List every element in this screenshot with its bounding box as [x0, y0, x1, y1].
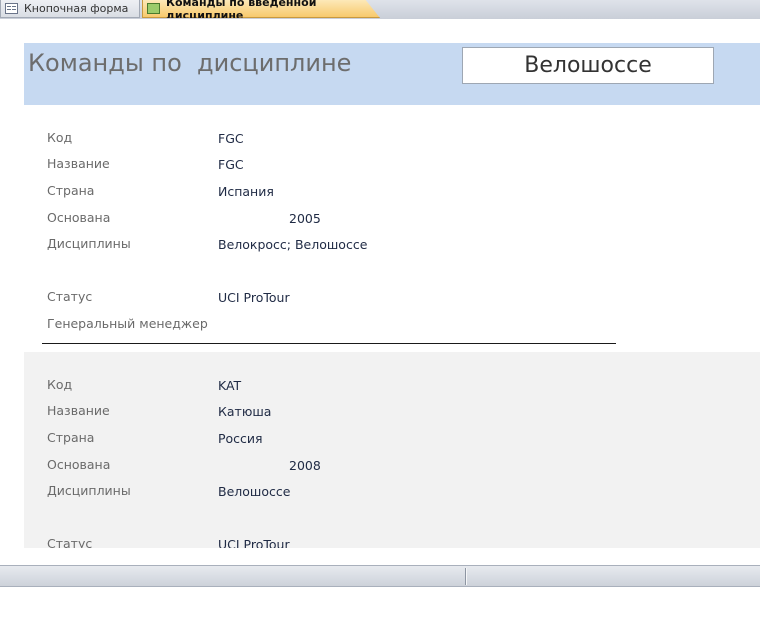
report-icon	[147, 3, 160, 14]
record-separator	[42, 343, 616, 344]
tab-switchboard-form[interactable]: Кнопочная форма	[0, 0, 140, 18]
field-row-founded: Основана 2008	[24, 457, 760, 477]
label-code: Код	[47, 130, 73, 145]
field-row-country: Страна Испания	[24, 183, 760, 203]
field-row-founded: Основана 2005	[24, 210, 760, 230]
label-founded: Основана	[47, 210, 111, 225]
field-row-status: Статус UCI ProTour	[24, 289, 760, 309]
field-row-name: Название Катюша	[24, 403, 760, 423]
value-founded: 2008	[289, 458, 321, 473]
report-header: Команды по дисциплине Велошоссе	[24, 43, 760, 105]
field-row-status: Статус UCI ProTour	[24, 536, 760, 548]
team-record: Код KAT Название Катюша Страна Россия Ос…	[24, 352, 760, 548]
field-row-code: Код FGC	[24, 130, 760, 150]
label-name: Название	[47, 403, 110, 418]
label-status: Статус	[47, 289, 93, 304]
value-founded: 2005	[289, 211, 321, 226]
field-row-name: Название FGC	[24, 156, 760, 176]
label-code: Код	[47, 377, 73, 392]
value-disciplines: Велокросс; Велошоссе	[218, 237, 368, 252]
value-code: KAT	[218, 378, 242, 393]
window-bottom-area	[0, 587, 760, 623]
team-record: Код FGC Название FGC Страна Испания Осно…	[24, 105, 760, 351]
label-disciplines: Дисциплины	[47, 236, 131, 251]
label-status: Статус	[47, 536, 93, 548]
status-bar	[0, 565, 760, 587]
label-country: Страна	[47, 183, 95, 198]
value-disciplines: Велошоссе	[218, 484, 291, 499]
field-row-manager: Генеральный менеджер	[24, 316, 760, 336]
discipline-value-box: Велошоссе	[462, 47, 714, 84]
field-row-country: Страна Россия	[24, 430, 760, 450]
report-title: Команды по дисциплине	[28, 49, 352, 77]
label-manager: Генеральный менеджер	[47, 316, 208, 331]
label-founded: Основана	[47, 457, 111, 472]
field-row-code: Код KAT	[24, 377, 760, 397]
form-icon	[5, 3, 18, 14]
tab-teams-report[interactable]: Команды по введённой дисциплине	[142, 0, 380, 18]
value-country: Испания	[218, 184, 274, 199]
status-bar-divider	[465, 568, 466, 585]
field-row-disciplines: Дисциплины Велошоссе	[24, 483, 760, 503]
label-country: Страна	[47, 430, 95, 445]
value-name: FGC	[218, 157, 244, 172]
document-tab-strip: Кнопочная форма Команды по введённой дис…	[0, 0, 760, 20]
value-status: UCI ProTour	[218, 290, 290, 305]
value-status: UCI ProTour	[218, 537, 290, 548]
value-name: Катюша	[218, 404, 272, 419]
label-disciplines: Дисциплины	[47, 483, 131, 498]
report-view[interactable]: Команды по дисциплине Велошоссе Код FGC …	[0, 19, 760, 548]
label-name: Название	[47, 156, 110, 171]
value-code: FGC	[218, 131, 244, 146]
value-country: Россия	[218, 431, 263, 446]
tab-label: Кнопочная форма	[24, 2, 129, 15]
field-row-disciplines: Дисциплины Велокросс; Велошоссе	[24, 236, 760, 256]
